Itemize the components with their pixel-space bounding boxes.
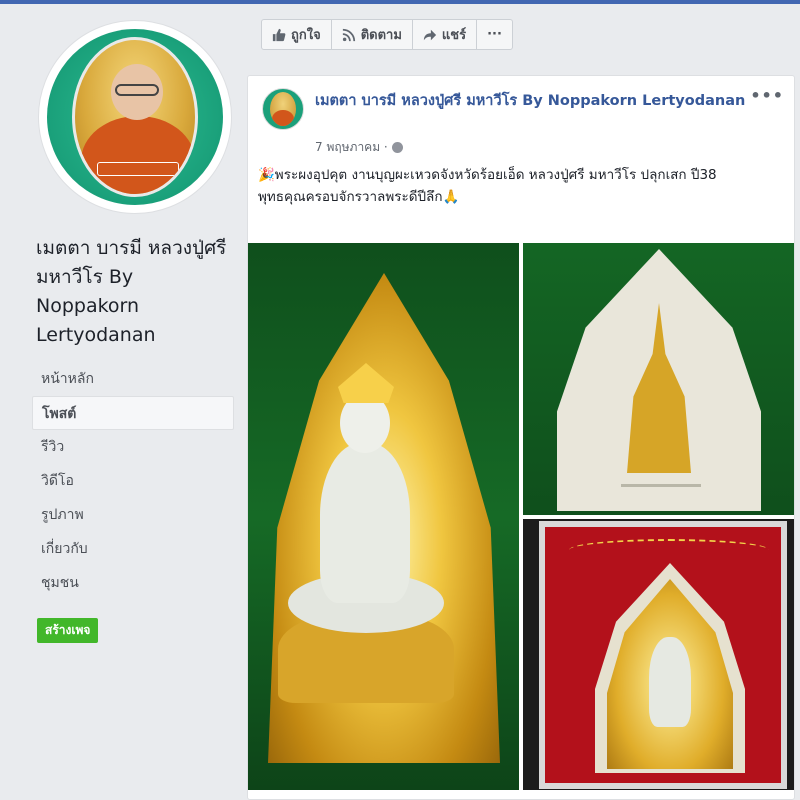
post-timestamp[interactable]: 7 พฤษภาคม · (315, 138, 403, 157)
nav-item-photos[interactable]: รูปภาพ (32, 498, 234, 532)
more-actions-button[interactable]: ··· (477, 20, 512, 49)
post-author-name[interactable]: เมตตา บารมี หลวงปู่ศรี มหาวีโร By Noppak… (315, 90, 755, 113)
like-label: ถูกใจ (291, 28, 321, 43)
nav-item-videos[interactable]: วิดีโอ (32, 464, 234, 498)
follow-button[interactable]: ติดตาม (332, 20, 413, 49)
more-dots-icon: ··· (487, 27, 502, 42)
post-card: เมตตา บารมี หลวงปู่ศรี มหาวีโร By Noppak… (247, 75, 795, 800)
nav-item-reviews[interactable]: รีวิว (32, 430, 234, 464)
share-arrow-icon (423, 29, 437, 40)
post-text: 🎉พระผงอุปคุต งานบุญผะเหวดจังหวัดร้อยเอ็ด… (258, 164, 778, 208)
rss-follow-icon (342, 28, 355, 41)
left-column: เมตตา บารมี หลวงปู่ศรี มหาวีโร By Noppak… (0, 4, 245, 800)
page-profile-picture[interactable] (38, 20, 232, 214)
thumbs-up-icon (272, 28, 286, 41)
monk-portrait (72, 37, 198, 197)
nav-item-home[interactable]: หน้าหลัก (32, 362, 234, 396)
post-photo-amulet-front[interactable] (248, 243, 519, 790)
post-options-icon[interactable]: ••• (750, 86, 784, 105)
page-action-bar: ถูกใจ ติดตาม แชร์ ··· (261, 19, 513, 50)
nav-item-community[interactable]: ชุมชน (32, 566, 234, 600)
like-button[interactable]: ถูกใจ (262, 20, 332, 49)
nav-item-about[interactable]: เกี่ยวกับ (32, 532, 234, 566)
page-nav: หน้าหลัก โพสต์ รีวิว วิดีโอ รูปภาพ เกี่ย… (32, 362, 234, 600)
post-photo-amulet-framed[interactable] (523, 519, 794, 790)
globe-icon (391, 142, 403, 153)
share-button[interactable]: แชร์ (413, 20, 478, 49)
follow-label: ติดตาม (360, 28, 402, 43)
post-photo-amulet-back[interactable] (523, 243, 794, 515)
post-author-avatar[interactable] (262, 88, 304, 130)
post-text-line: 🎉พระผงอุปคุต งานบุญผะเหวดจังหวัดร้อยเอ็ด… (258, 167, 717, 183)
nav-item-posts[interactable]: โพสต์ (32, 396, 234, 430)
create-page-button[interactable]: สร้างเพจ (37, 618, 99, 643)
post-text-line: พุทธคุณครอบจักรวาลพระดีปีลึก🙏 (258, 189, 460, 205)
page-title[interactable]: เมตตา บารมี หลวงปู่ศรี มหาวีโร By Noppak… (36, 234, 236, 350)
share-label: แชร์ (441, 28, 467, 43)
